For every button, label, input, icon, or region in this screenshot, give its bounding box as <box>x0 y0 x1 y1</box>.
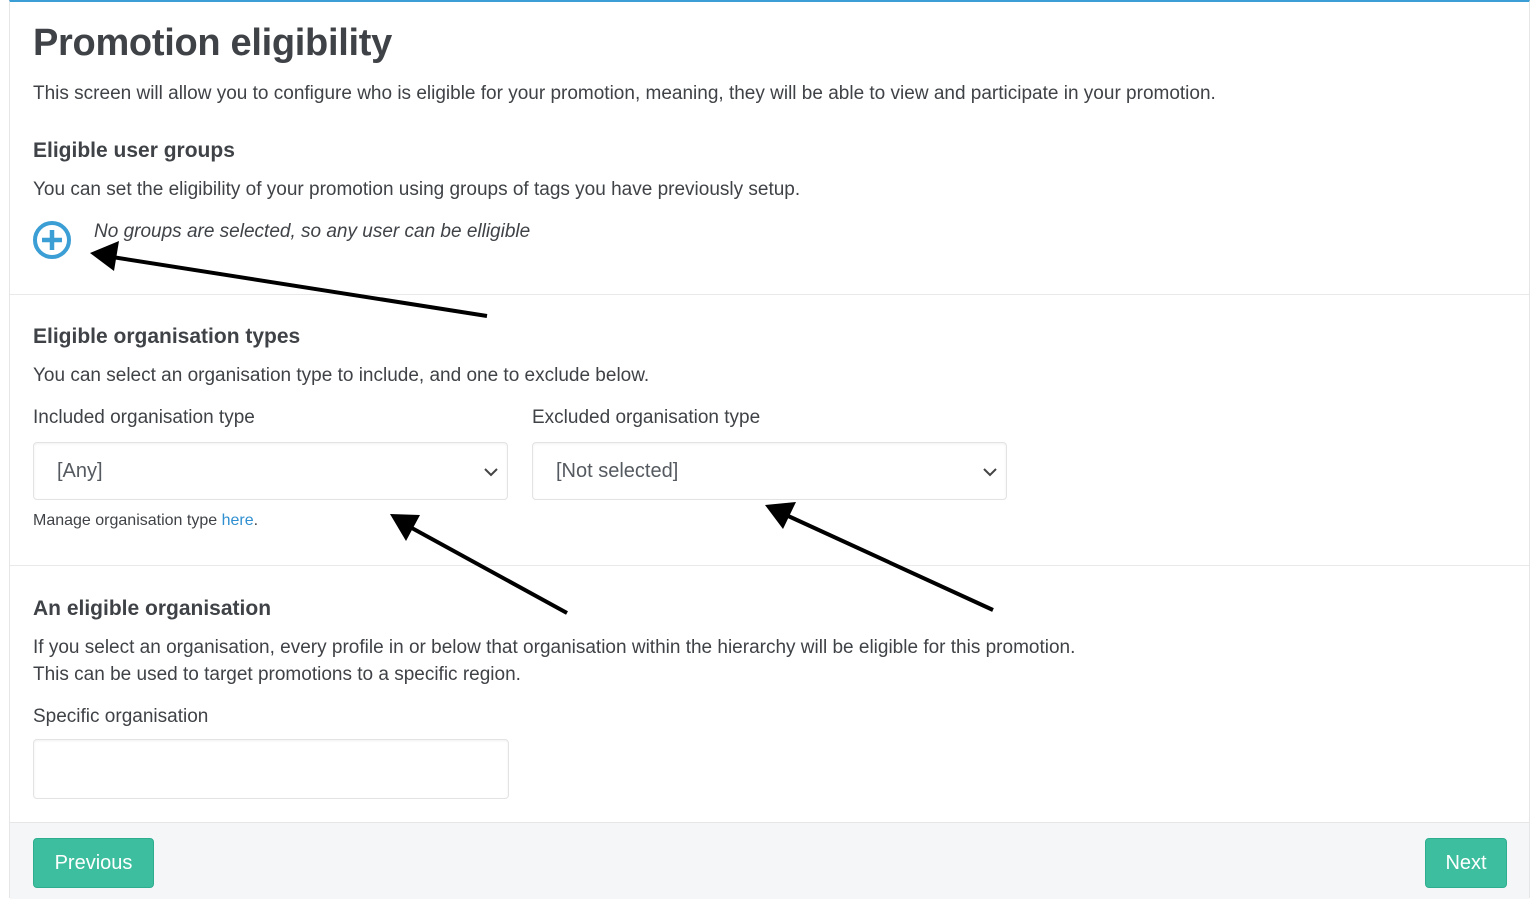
user-groups-description: You can set the eligibility of your prom… <box>33 179 801 200</box>
section-divider <box>10 565 1529 566</box>
help-suffix: . <box>253 512 259 529</box>
section-divider <box>10 294 1529 295</box>
no-groups-note: No groups are selected, so any user can … <box>94 221 531 242</box>
add-group-button[interactable] <box>32 220 72 260</box>
previous-button[interactable]: Previous <box>33 838 154 888</box>
chevron-down-icon <box>983 468 997 477</box>
specific-organisation-input[interactable] <box>33 739 509 799</box>
included-org-type-value: [Any] <box>57 460 103 482</box>
help-prefix: Manage organisation type <box>33 512 222 529</box>
page-intro: This screen will allow you to configure … <box>33 83 1216 104</box>
org-types-heading: Eligible organisation types <box>33 325 301 348</box>
org-types-description: You can select an organisation type to i… <box>33 365 650 386</box>
excluded-org-type-label: Excluded organisation type <box>532 407 761 428</box>
page-title: Promotion eligibility <box>33 22 392 64</box>
organisation-description-line1: If you select an organisation, every pro… <box>33 637 1076 658</box>
user-groups-heading: Eligible user groups <box>33 139 235 162</box>
organisation-heading: An eligible organisation <box>33 597 272 620</box>
wizard-footer <box>10 822 1529 899</box>
included-org-type-label: Included organisation type <box>33 407 255 428</box>
excluded-org-type-value: [Not selected] <box>556 460 679 482</box>
excluded-org-type-select[interactable]: [Not selected] <box>532 442 1007 500</box>
manage-org-type-link[interactable]: here <box>222 512 254 529</box>
plus-circle-icon <box>33 221 71 259</box>
manage-org-type-help: Manage organisation type here. <box>33 512 258 530</box>
included-org-type-select[interactable]: [Any] <box>33 442 508 500</box>
chevron-down-icon <box>484 468 498 477</box>
specific-organisation-label: Specific organisation <box>33 706 209 727</box>
next-button[interactable]: Next <box>1425 838 1507 888</box>
organisation-description-line2: This can be used to target promotions to… <box>33 664 521 685</box>
